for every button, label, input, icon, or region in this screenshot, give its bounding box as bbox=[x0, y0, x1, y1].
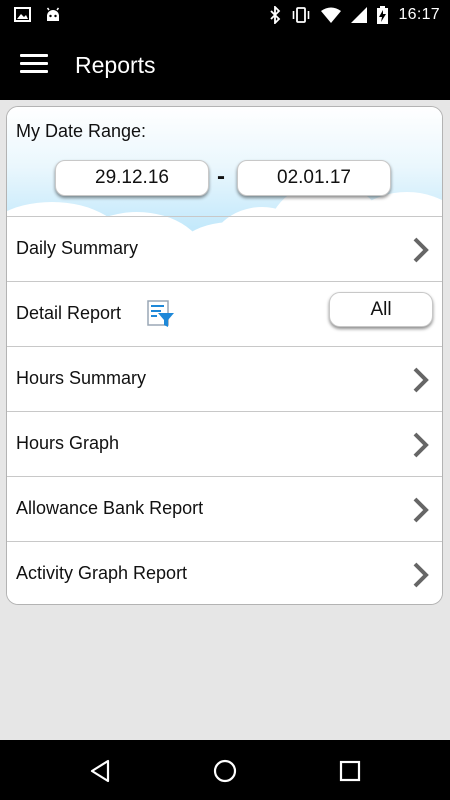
detail-filter-all-button[interactable]: All bbox=[329, 292, 433, 327]
vibrate-icon bbox=[293, 7, 310, 23]
wifi-icon bbox=[321, 7, 342, 23]
chevron-right-icon bbox=[413, 432, 429, 458]
end-date-button[interactable]: 02.01.17 bbox=[237, 160, 391, 196]
status-time: 16:17 bbox=[398, 6, 440, 23]
home-icon[interactable] bbox=[212, 758, 238, 784]
app-bar: Reports bbox=[0, 32, 450, 100]
report-row-activity-graph-report[interactable]: Activity Graph Report bbox=[7, 541, 442, 604]
report-label: Allowance Bank Report bbox=[16, 498, 204, 518]
report-label: Detail Report bbox=[16, 303, 122, 323]
report-row-detail-report[interactable]: Detail Report All bbox=[7, 281, 442, 346]
date-separator: - bbox=[217, 163, 225, 190]
date-range-label: My Date Range: bbox=[16, 121, 147, 141]
signal-icon bbox=[351, 7, 368, 23]
status-right-icons: 16:17 bbox=[269, 6, 440, 24]
report-label: Activity Graph Report bbox=[16, 563, 188, 583]
start-date-button[interactable]: 29.12.16 bbox=[55, 160, 209, 196]
report-row-hours-summary[interactable]: Hours Summary bbox=[7, 346, 442, 411]
chevron-right-icon bbox=[413, 497, 429, 523]
chevron-right-icon bbox=[413, 367, 429, 393]
bluetooth-icon bbox=[270, 6, 281, 24]
android-icon bbox=[46, 7, 60, 21]
battery-charging-icon bbox=[377, 6, 389, 24]
page-title: Reports bbox=[75, 52, 156, 78]
report-row-daily-summary[interactable]: Daily Summary bbox=[7, 216, 442, 281]
main-content: My Date Range: 29.12.16 - 02.01.17 Daily… bbox=[0, 100, 450, 740]
system-nav-bar bbox=[0, 740, 450, 800]
reports-card: My Date Range: 29.12.16 - 02.01.17 Daily… bbox=[6, 106, 443, 605]
report-row-allowance-bank-report[interactable]: Allowance Bank Report bbox=[7, 476, 442, 541]
report-label: Hours Summary bbox=[16, 368, 147, 388]
filter-icon[interactable] bbox=[147, 300, 175, 328]
status-left-icons bbox=[14, 7, 61, 23]
hamburger-menu-icon[interactable] bbox=[20, 54, 48, 76]
status-bar: 16:17 bbox=[0, 0, 450, 32]
report-label: Daily Summary bbox=[16, 238, 139, 258]
back-icon[interactable] bbox=[88, 758, 114, 784]
chevron-right-icon bbox=[413, 562, 429, 588]
recents-icon[interactable] bbox=[337, 758, 363, 784]
chevron-right-icon bbox=[413, 237, 429, 263]
report-row-hours-graph[interactable]: Hours Graph bbox=[7, 411, 442, 476]
report-label: Hours Graph bbox=[16, 433, 120, 453]
image-icon bbox=[14, 7, 31, 22]
